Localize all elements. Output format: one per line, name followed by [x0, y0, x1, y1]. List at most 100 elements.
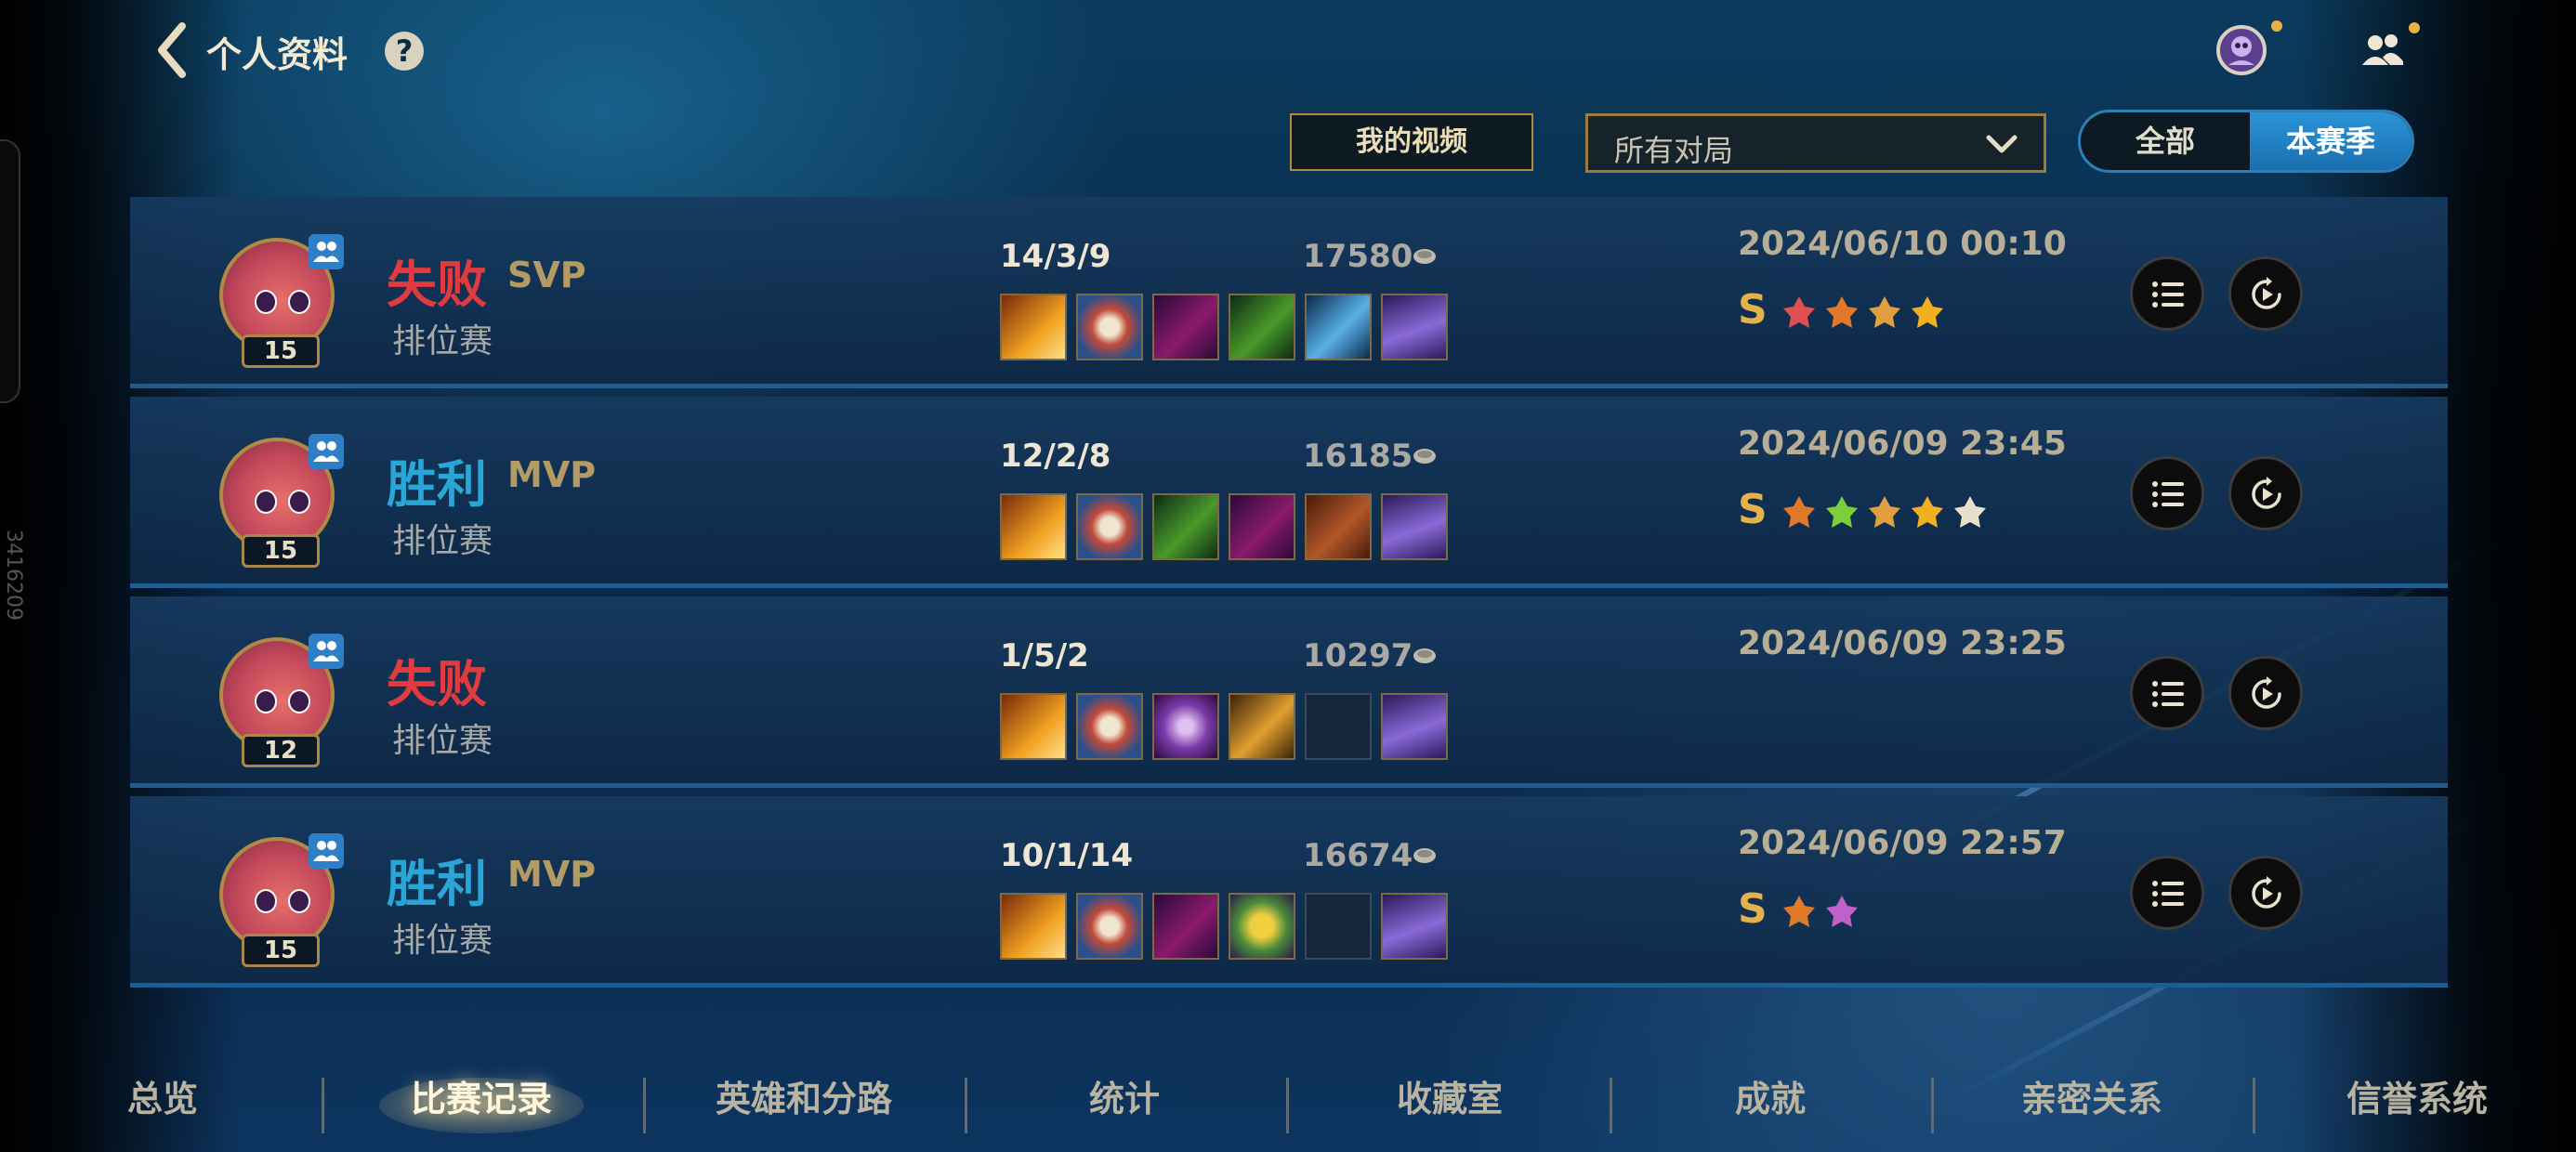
avatar-eye — [288, 290, 310, 314]
avatar-eye — [255, 290, 277, 314]
match-result: 胜利 — [387, 455, 487, 514]
achievement-medal-icon — [1869, 296, 1900, 328]
dropdown-value: 所有对局 — [1614, 133, 1734, 168]
tab-divider — [1286, 1078, 1289, 1133]
achievement-medal-icon — [1912, 296, 1943, 328]
match-result: 胜利 — [387, 855, 487, 913]
rank-letter: S — [1738, 885, 1768, 933]
replay-button[interactable] — [2228, 256, 2303, 331]
replay-icon — [2252, 676, 2281, 709]
match-date: 2024/06/09 23:45 — [1738, 425, 2067, 463]
item-orb-icon — [1152, 693, 1219, 760]
avatar-eye — [288, 889, 310, 913]
profile-screen: 3416209 个人资料 ? 我的视频 所有对局 全部 本赛季 15 失败 SVP 排… — [0, 0, 2576, 1152]
segment-all[interactable]: 全部 — [2081, 112, 2250, 170]
item-shield-icon — [1076, 493, 1143, 560]
achievement-medal-icon — [1783, 496, 1815, 528]
tab-achievements[interactable]: 成就 — [1701, 1070, 1840, 1122]
friends-icon[interactable] — [2357, 24, 2409, 76]
item-boot-icon — [1381, 893, 1448, 960]
avatar-eye — [255, 889, 277, 913]
item-wolf-icon — [1229, 493, 1295, 560]
achievement-medal-icon — [1826, 496, 1858, 528]
page-title: 个人资料 — [206, 34, 348, 75]
avatar-eye — [288, 490, 310, 514]
help-icon[interactable]: ? — [385, 32, 424, 71]
match-details-button[interactable] — [2130, 656, 2204, 730]
party-icon — [309, 833, 344, 869]
rank-letter: S — [1738, 286, 1768, 334]
replay-icon — [2252, 876, 2281, 909]
edge-tab — [0, 139, 20, 403]
item-shield-icon — [1076, 294, 1143, 360]
achievement-medal-icon — [1869, 496, 1900, 528]
tab-divider — [322, 1078, 324, 1133]
item-fire-icon — [1000, 493, 1067, 560]
kda: 10/1/14 — [1000, 837, 1134, 874]
profile-avatar-icon[interactable] — [2215, 24, 2267, 76]
replay-button[interactable] — [2228, 456, 2303, 530]
avatar-eye — [255, 689, 277, 713]
chevron-down-icon — [1986, 135, 2017, 153]
item-boot-icon — [1381, 294, 1448, 360]
tab-match-history[interactable]: 比赛记录 — [388, 1070, 574, 1122]
gold-amount: 16185 — [1303, 438, 1413, 475]
season-toggle[interactable]: 全部 本赛季 — [2078, 110, 2414, 173]
replay-icon — [2252, 477, 2281, 509]
item-shield-icon — [1076, 693, 1143, 760]
item-crown-icon — [1229, 893, 1295, 960]
tab-honor-system[interactable]: 信誉系统 — [2329, 1070, 2505, 1122]
list-icon — [2152, 681, 2184, 707]
notification-dot — [2409, 22, 2420, 33]
item-empty-icon — [1305, 893, 1372, 960]
item-claw-icon — [1152, 493, 1219, 560]
item-fire-icon — [1000, 294, 1067, 360]
match-filter-dropdown[interactable]: 所有对局 — [1585, 113, 2046, 173]
notification-dot — [2271, 20, 2282, 32]
list-icon — [2152, 481, 2184, 507]
tab-collection[interactable]: 收藏室 — [1375, 1070, 1524, 1122]
bottom-nav: 总览 比赛记录 英雄和分路 统计 收藏室 成就 亲密关系 信誉系统 — [0, 1050, 2576, 1152]
tab-divider — [1931, 1078, 1934, 1133]
item-wolf-icon — [1152, 893, 1219, 960]
tab-stats[interactable]: 统计 — [1059, 1070, 1189, 1122]
match-row[interactable]: 15 胜利 MVP 排位赛 12/2/8 16185 2024/06/09 23:45 S — [130, 397, 2448, 588]
game-mode: 排位赛 — [392, 522, 493, 560]
avatar-eye — [255, 490, 277, 514]
list-icon — [2152, 281, 2184, 308]
match-row[interactable]: 15 失败 SVP 排位赛 14/3/9 17580 2024/06/10 00:10 S — [130, 197, 2448, 388]
tab-overview[interactable]: 总览 — [93, 1070, 232, 1122]
champion-level: 15 — [242, 334, 320, 368]
match-details-button[interactable] — [2130, 456, 2204, 530]
avatar-eye — [288, 689, 310, 713]
replay-icon — [2252, 277, 2281, 309]
match-details-button[interactable] — [2130, 256, 2204, 331]
match-result: 失败 — [387, 655, 487, 713]
tab-divider — [643, 1078, 646, 1133]
achievement-medal-icon — [1783, 896, 1815, 927]
match-date: 2024/06/10 00:10 — [1738, 225, 2067, 263]
replay-button[interactable] — [2228, 856, 2303, 930]
back-arrow-icon[interactable] — [154, 22, 191, 78]
tab-relationships[interactable]: 亲密关系 — [2004, 1070, 2180, 1122]
tab-champions-roles[interactable]: 英雄和分路 — [697, 1070, 911, 1122]
champion-level: 15 — [242, 934, 320, 967]
item-mace-icon — [1229, 693, 1295, 760]
performance-badge: SVP — [507, 255, 586, 295]
match-details-button[interactable] — [2130, 856, 2204, 930]
replay-button[interactable] — [2228, 656, 2303, 730]
rank-letter: S — [1738, 486, 1768, 533]
gold-amount: 10297 — [1303, 637, 1413, 674]
match-row[interactable]: 12 失败 排位赛 1/5/2 10297 2024/06/09 23:25 — [130, 596, 2448, 788]
champion-level: 15 — [242, 534, 320, 568]
gold-amount: 16674 — [1303, 837, 1413, 874]
kda: 14/3/9 — [1000, 238, 1111, 275]
segment-current-season[interactable]: 本赛季 — [2250, 112, 2412, 170]
item-claw-icon — [1229, 294, 1295, 360]
item-fire-icon — [1000, 693, 1067, 760]
match-row[interactable]: 15 胜利 MVP 排位赛 10/1/14 16674 2024/06/09 22:57 S — [130, 796, 2448, 988]
my-videos-button[interactable]: 我的视频 — [1290, 113, 1533, 171]
performance-badge: MVP — [507, 454, 597, 495]
match-date: 2024/06/09 23:25 — [1738, 624, 2067, 662]
tab-divider — [1610, 1078, 1612, 1133]
